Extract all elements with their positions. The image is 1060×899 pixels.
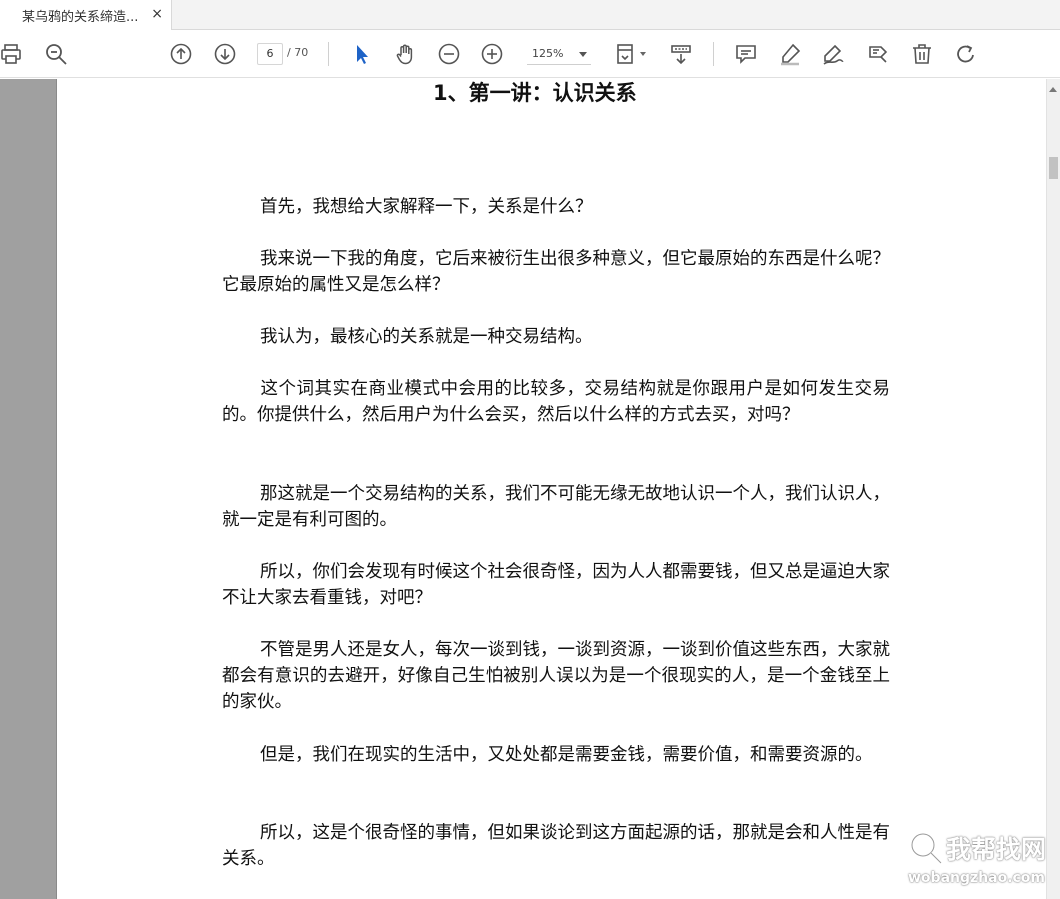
- toolbar-divider: [328, 42, 329, 66]
- toolbar: 6 / 70 125%: [0, 30, 1060, 78]
- watermark: 我帮找网 wobangzhao.com: [906, 828, 1058, 890]
- delete-icon[interactable]: [909, 41, 935, 67]
- document-page: 1、第一讲：认识关系 首先，我想给大家解释一下，关系是什么？ 我来说一下我的角度…: [56, 79, 1046, 899]
- hand-icon[interactable]: [392, 41, 418, 67]
- paragraph: 但是，我们在现实的生活中，又处处都是需要金钱，需要价值，和需要资源的。: [260, 745, 873, 765]
- paragraph: 不管是男人还是女人，每次一谈到钱，一谈到资源，一谈到价值这些东西，大家就都会有意…: [222, 640, 890, 712]
- document-tab[interactable]: 某乌鸦的关系缔造... ×: [0, 0, 172, 30]
- tag-edit-icon[interactable]: [865, 41, 891, 67]
- highlight-icon[interactable]: [777, 41, 803, 67]
- select-cursor-icon[interactable]: [349, 41, 375, 67]
- paragraph: 我认为，最核心的关系就是一种交易结构。: [260, 327, 593, 347]
- left-gutter: [0, 79, 56, 899]
- scroll-mode-icon[interactable]: [668, 41, 694, 67]
- document-title: 1、第一讲：认识关系: [433, 81, 637, 105]
- paragraph: 那这就是一个交易结构的关系，我们不可能无缘无故地认识一个人，我们认识人，就一定是…: [222, 484, 890, 530]
- close-tab-icon[interactable]: ×: [151, 6, 163, 22]
- paragraph: 首先，我想给大家解释一下，关系是什么？: [260, 197, 593, 217]
- paragraph: 所以，这是个很奇怪的事情，但如果谈论到这方面起源的话，那就是会和人性是有关系。: [222, 823, 890, 869]
- paragraph: 我来说一下我的角度，它后来被衍生出很多种意义，但它最原始的东西是什么呢？它最原始…: [222, 249, 890, 295]
- page-up-icon[interactable]: [168, 41, 194, 67]
- page-number-input[interactable]: 6: [257, 43, 283, 65]
- zoom-select[interactable]: 125%: [527, 43, 591, 65]
- print-icon[interactable]: [0, 41, 24, 67]
- chevron-down-icon: [579, 52, 587, 57]
- magnifier-logo-icon: [910, 832, 943, 865]
- chevron-down-icon[interactable]: [640, 52, 646, 56]
- draw-sign-icon[interactable]: [820, 41, 846, 67]
- paragraph: 所以，你们会发现有时候这个社会很奇怪，因为人人都需要钱，但又总是逼迫大家不让大家…: [222, 562, 890, 608]
- fit-page-icon[interactable]: [612, 41, 638, 67]
- zoom-value: 125%: [532, 47, 564, 60]
- comment-icon[interactable]: [733, 41, 759, 67]
- scroll-up-arrow-icon[interactable]: [1049, 87, 1057, 92]
- watermark-name: 我帮找网: [946, 835, 1047, 864]
- tab-bar: 某乌鸦的关系缔造... ×: [0, 0, 1060, 30]
- search-icon[interactable]: [43, 41, 69, 67]
- watermark-url: wobangzhao.com: [908, 870, 1046, 886]
- paragraph: 这个词其实在商业模式中会用的比较多，交易结构就是你跟用户是如何发生交易的。你提供…: [222, 379, 890, 425]
- toolbar-divider: [713, 42, 714, 66]
- page-down-icon[interactable]: [212, 41, 238, 67]
- vertical-scrollbar[interactable]: [1046, 79, 1060, 899]
- tab-title: 某乌鸦的关系缔造...: [22, 9, 139, 25]
- zoom-in-icon[interactable]: [479, 41, 505, 67]
- page-total: / 70: [287, 46, 309, 59]
- zoom-out-icon[interactable]: [436, 41, 462, 67]
- scroll-thumb[interactable]: [1049, 157, 1058, 179]
- rotate-icon[interactable]: [953, 41, 979, 67]
